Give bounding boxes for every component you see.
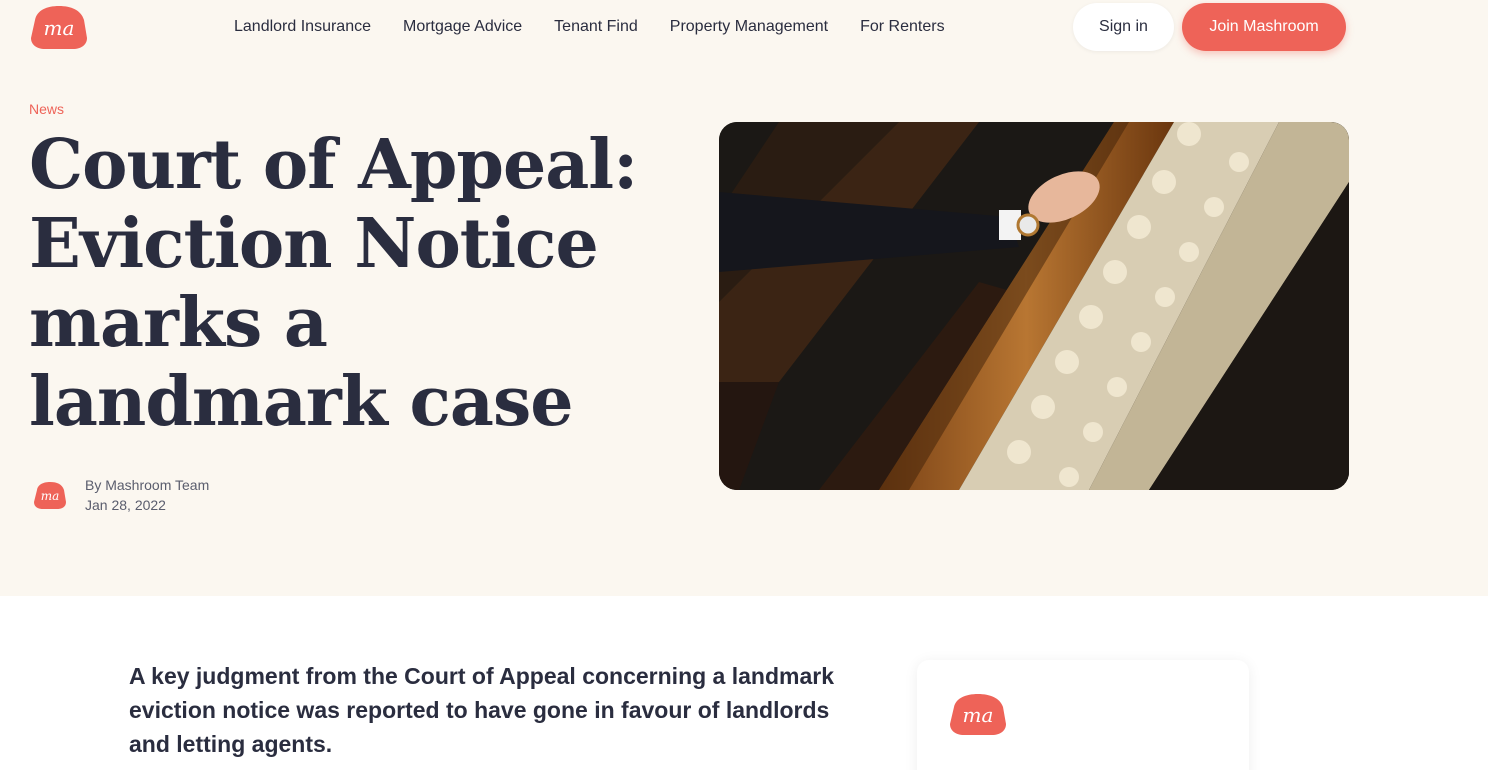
main-menu: Landlord Insurance Mortgage Advice Tenan…: [234, 16, 977, 38]
author-avatar: ma: [33, 480, 67, 510]
svg-text:ma: ma: [41, 489, 60, 503]
mashroom-logo-icon: ma: [950, 694, 1006, 735]
mashroom-logo[interactable]: ma: [29, 4, 89, 50]
article-lead: A key judgment from the Court of Appeal …: [129, 663, 835, 757]
sign-in-button[interactable]: Sign in: [1073, 3, 1174, 51]
author-name: By Mashroom Team: [85, 477, 210, 493]
mashroom-avatar-icon: ma: [34, 482, 66, 509]
sidebar-card-logo: ma: [948, 692, 1008, 736]
mashroom-logo-icon: ma: [31, 6, 87, 49]
svg-text:ma: ma: [44, 16, 75, 40]
staircase-handrail-photo-icon: [719, 122, 1349, 490]
svg-text:ma: ma: [963, 703, 994, 727]
nav-tenant-find[interactable]: Tenant Find: [554, 16, 638, 38]
publish-date: Jan 28, 2022: [85, 497, 166, 513]
top-navigation: ma Landlord Insurance Mortgage Advice Te…: [0, 0, 1488, 56]
nav-mortgage-advice[interactable]: Mortgage Advice: [403, 16, 522, 38]
nav-landlord-insurance[interactable]: Landlord Insurance: [234, 16, 371, 38]
nav-for-renters[interactable]: For Renters: [860, 16, 944, 38]
hero-image: [719, 122, 1349, 490]
article-category[interactable]: News: [29, 101, 64, 117]
nav-property-management[interactable]: Property Management: [670, 16, 828, 38]
sidebar-card: ma: [917, 660, 1249, 770]
article-title: Court of Appeal: Eviction Notice marks a…: [29, 125, 638, 442]
join-mashroom-button[interactable]: Join Mashroom: [1182, 3, 1346, 51]
